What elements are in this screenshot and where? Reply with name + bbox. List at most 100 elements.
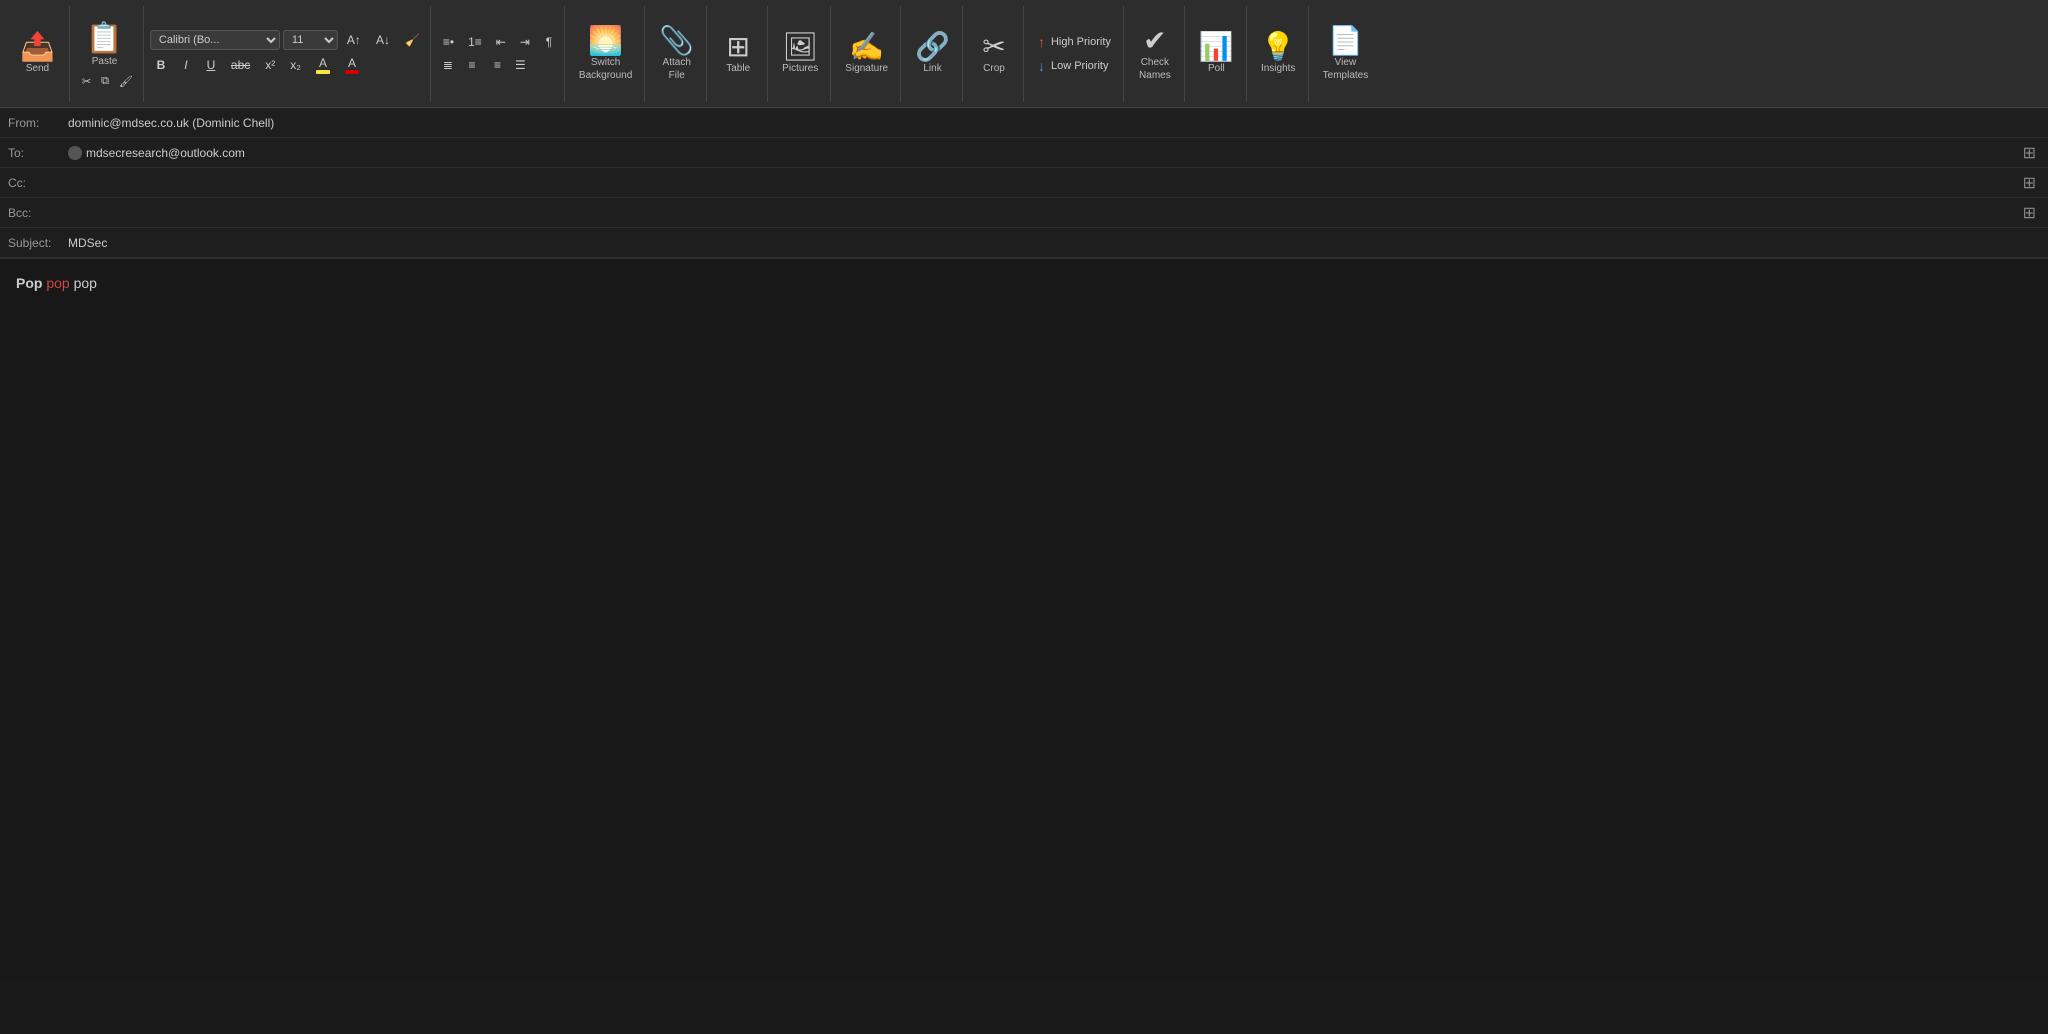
check-names-icon: ✔ [1143, 27, 1166, 55]
underline-button[interactable]: U [200, 55, 222, 75]
body-text-pop-bold: Pop [16, 275, 42, 291]
contact-badge [68, 146, 82, 160]
indent-decrease-button[interactable]: ⇤ [490, 32, 512, 52]
align-right-button[interactable]: ≡ [485, 55, 507, 75]
highlight-icon: A [319, 56, 327, 70]
cc-label: Cc: [8, 176, 68, 190]
increase-font-size-button[interactable]: A↑ [341, 30, 367, 50]
bold-button[interactable]: B [150, 55, 172, 75]
bcc-field[interactable] [68, 202, 2019, 224]
signature-button[interactable]: ✍ Signature [837, 29, 896, 78]
insights-group: 💡 Insights [1249, 6, 1309, 102]
clipboard-bottom-row: ✂ ⧉ 🖌 [78, 73, 137, 90]
font-group: Calibri (Bo... 11 A↑ A↓ 🧹 B I U abc x² x… [146, 6, 431, 102]
view-templates-button[interactable]: 📄 View Templates [1315, 23, 1377, 85]
low-priority-icon: ↓ [1038, 58, 1045, 74]
font-color-button[interactable]: A [339, 53, 365, 77]
subject-field[interactable] [68, 232, 2040, 254]
crop-group: ✂ Crop [965, 6, 1024, 102]
table-button[interactable]: ⊞ Table [713, 29, 763, 78]
font-color-swatch [345, 70, 359, 74]
italic-button[interactable]: I [175, 55, 197, 75]
bcc-label: Bcc: [8, 206, 68, 220]
bullets-button[interactable]: ≡• [437, 32, 460, 52]
font-size-select[interactable]: 11 [283, 30, 338, 50]
subscript-button[interactable]: x₂ [284, 55, 307, 75]
align-center-button[interactable]: ≡ [461, 55, 483, 75]
to-label: To: [8, 146, 68, 160]
subject-label: Subject: [8, 236, 68, 250]
link-button[interactable]: 🔗 Link [907, 29, 958, 78]
bcc-row: Bcc: ⊞ [0, 198, 2048, 228]
highlight-color-button[interactable]: A [310, 53, 336, 77]
high-priority-button[interactable]: ↑ High Priority [1034, 32, 1115, 52]
attach-icon: 📎 [659, 27, 694, 55]
from-field[interactable] [68, 112, 2040, 134]
view-templates-icon: 📄 [1328, 27, 1363, 55]
cc-row: Cc: ⊞ [0, 168, 2048, 198]
paste-button[interactable]: 📋 Paste [78, 17, 131, 71]
check-names-group: ✔ Check Names [1126, 6, 1185, 102]
font-color-icon: A [348, 56, 356, 70]
crop-icon: ✂ [982, 33, 1005, 61]
body-text-pop-normal: pop [74, 275, 97, 291]
clipboard-top-row: 📋 Paste [78, 17, 131, 71]
poll-icon: 📊 [1199, 33, 1234, 61]
switch-bg-icon: 🌅 [588, 27, 623, 55]
ltr-button[interactable]: ¶ [538, 32, 560, 52]
font-row1: Calibri (Bo... 11 A↑ A↓ 🧹 [150, 30, 426, 50]
email-form: From: To: ⊞ Cc: ⊞ Bcc: ⊞ Subject: [0, 108, 2048, 259]
poll-group: 📊 Poll [1187, 6, 1247, 102]
send-button[interactable]: 📤 Send [12, 29, 63, 78]
check-names-button[interactable]: ✔ Check Names [1130, 23, 1180, 85]
paragraph-group: ≡• 1≡ ⇤ ⇥ ¶ ≣ ≡ ≡ ☰ [433, 6, 565, 102]
copy-button[interactable]: ⧉ [97, 73, 113, 90]
to-contact-picker[interactable]: ⊞ [2019, 141, 2040, 165]
priority-group: ↑ High Priority ↓ Low Priority [1026, 6, 1124, 102]
indent-increase-button[interactable]: ⇥ [514, 32, 536, 52]
attach-file-group: 📎 Attach File [647, 6, 707, 102]
cc-field[interactable] [68, 172, 2019, 194]
decrease-font-size-button[interactable]: A↓ [370, 30, 396, 50]
bcc-contact-picker[interactable]: ⊞ [2019, 201, 2040, 225]
switch-bg-group: 🌅 Switch Background [567, 6, 645, 102]
link-icon: 🔗 [915, 33, 950, 61]
pictures-icon: 🖼 [782, 33, 818, 61]
clear-format-button[interactable]: 🧹 [399, 30, 426, 50]
signature-icon: ✍ [849, 33, 884, 61]
pictures-button[interactable]: 🖼 Pictures [774, 29, 826, 78]
email-body[interactable]: Pop pop pop [0, 259, 2048, 979]
table-group: ⊞ Table [709, 6, 768, 102]
from-label: From: [8, 116, 68, 130]
font-family-select[interactable]: Calibri (Bo... [150, 30, 280, 50]
strikethrough-button[interactable]: abc [225, 55, 256, 75]
body-text-pop-red: pop [46, 275, 69, 291]
highlight-swatch [316, 70, 330, 74]
insights-button[interactable]: 💡 Insights [1253, 29, 1304, 78]
para-row2: ≣ ≡ ≡ ☰ [437, 55, 560, 75]
table-icon: ⊞ [726, 33, 749, 61]
switch-background-button[interactable]: 🌅 Switch Background [571, 23, 640, 85]
pictures-group: 🖼 Pictures [770, 6, 831, 102]
link-group: 🔗 Link [903, 6, 963, 102]
cut-button[interactable]: ✂ [78, 73, 95, 90]
numbering-button[interactable]: 1≡ [462, 32, 488, 52]
cc-contact-picker[interactable]: ⊞ [2019, 171, 2040, 195]
poll-button[interactable]: 📊 Poll [1191, 29, 1242, 78]
toolbar: 📤 Send 📋 Paste ✂ ⧉ 🖌 Calibri ( [0, 0, 2048, 108]
paste-icon: 📋 [86, 21, 123, 56]
superscript-button[interactable]: x² [259, 55, 281, 75]
crop-button[interactable]: ✂ Crop [969, 29, 1019, 78]
to-row: To: ⊞ [0, 138, 2048, 168]
to-field[interactable] [86, 142, 2019, 164]
font-row2: B I U abc x² x₂ A A [150, 53, 426, 77]
justify-button[interactable]: ☰ [509, 55, 532, 75]
low-priority-button[interactable]: ↓ Low Priority [1034, 56, 1112, 76]
insights-icon: 💡 [1261, 33, 1296, 61]
send-group: 📤 Send [6, 6, 70, 102]
format-painter-button[interactable]: 🖌 [115, 73, 137, 90]
align-left-button[interactable]: ≣ [437, 55, 459, 75]
subject-row: Subject: [0, 228, 2048, 258]
view-templates-group: 📄 View Templates [1311, 6, 1381, 102]
attach-file-button[interactable]: 📎 Attach File [651, 23, 702, 85]
